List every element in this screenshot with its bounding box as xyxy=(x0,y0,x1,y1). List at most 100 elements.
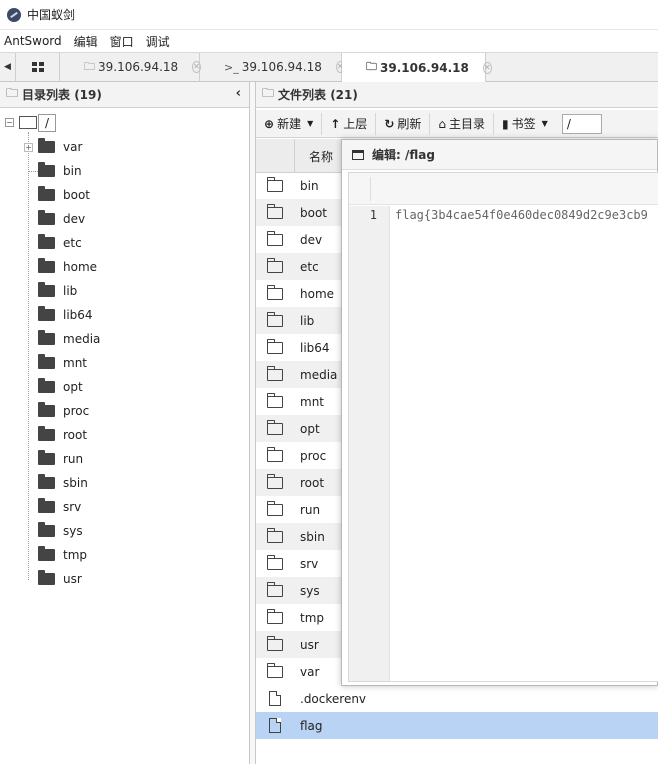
tree-item-label: var xyxy=(63,140,83,154)
file-row[interactable]: .dockerenv xyxy=(256,685,658,712)
folder-icon xyxy=(267,311,283,327)
home-button[interactable]: ⌂ 主目录 xyxy=(430,112,495,135)
folder-icon xyxy=(267,608,283,624)
tree-guide-line xyxy=(28,132,29,580)
folder-icon xyxy=(267,338,283,354)
code-line[interactable]: 1 flag{3b4cae54f0e460dec0849d2c9e3cb9 xyxy=(349,206,658,224)
tree-item-label: srv xyxy=(63,500,82,514)
column-name[interactable]: 名称 xyxy=(294,139,333,173)
file-name: root xyxy=(300,475,325,490)
home-icon: ⌂ xyxy=(438,116,447,131)
tree-item-boot[interactable]: boot xyxy=(38,183,90,207)
folder-icon xyxy=(38,522,55,537)
new-button-label: 新建 xyxy=(277,117,302,131)
folder-icon xyxy=(267,500,283,516)
folder-icon xyxy=(267,662,283,678)
antsword-logo-icon xyxy=(7,7,21,22)
tree-root-expander[interactable]: − xyxy=(5,118,14,127)
file-name: run xyxy=(300,502,321,517)
file-name: srv xyxy=(300,556,319,571)
editor-title-bar[interactable]: 编辑: /flag xyxy=(342,140,657,170)
tree-item-etc[interactable]: etc xyxy=(38,231,82,255)
folder-icon xyxy=(267,176,283,192)
code-text[interactable]: flag{3b4cae54f0e460dec0849d2c9e3cb9 xyxy=(390,208,648,222)
folder-icon xyxy=(267,284,283,300)
tree-connector xyxy=(28,171,38,172)
folder-icon: 🗀 xyxy=(84,59,95,73)
folder-icon xyxy=(38,234,55,249)
tab-files-active[interactable]: 🗀 39.106.94.18 ✕ xyxy=(342,53,492,82)
folder-icon xyxy=(38,162,55,177)
menu-window[interactable]: 窗口 xyxy=(110,33,134,50)
terminal-icon: >_ xyxy=(224,60,239,74)
tree-item-dev[interactable]: dev xyxy=(38,207,85,231)
folder-icon xyxy=(38,474,55,489)
tree-item-tmp[interactable]: tmp xyxy=(38,543,87,567)
folder-icon xyxy=(38,282,55,297)
refresh-icon: ↻ xyxy=(384,116,395,131)
path-input[interactable]: / xyxy=(561,113,602,134)
folder-icon xyxy=(267,581,283,597)
tree-root-node[interactable]: / xyxy=(38,114,56,132)
tree-item-proc[interactable]: proc xyxy=(38,399,89,423)
tab-label: 39.106.94.18 xyxy=(380,60,469,75)
file-name: dev xyxy=(300,232,323,247)
tree-item-opt[interactable]: opt xyxy=(38,375,83,399)
tree-item-label: etc xyxy=(63,236,82,250)
file-panel-title: 文件列表 (21) xyxy=(278,88,358,102)
tab-files-1[interactable]: 🗀 39.106.94.18 ✕ xyxy=(60,53,201,81)
tab-label: 39.106.94.18 xyxy=(98,60,179,74)
tree-item-lib64[interactable]: lib64 xyxy=(38,303,93,327)
tree-item-usr[interactable]: usr xyxy=(38,567,82,591)
code-editor[interactable]: 1 flag{3b4cae54f0e460dec0849d2c9e3cb9 xyxy=(348,172,658,682)
close-icon[interactable]: ✕ xyxy=(482,61,492,74)
tab-bar: ◀ 🗀 39.106.94.18 ✕ >_ 39.106.94.18 ✕ 🗀 3… xyxy=(0,52,658,82)
tree-item-label: boot xyxy=(63,188,91,202)
tab-terminal[interactable]: >_ 39.106.94.18 ✕ xyxy=(200,53,345,81)
tree-item-root[interactable]: root xyxy=(38,423,87,447)
tree-item-lib[interactable]: lib xyxy=(38,279,77,303)
tree-item-bin[interactable]: bin xyxy=(38,159,82,183)
folder-icon: 🗀 xyxy=(262,86,275,100)
tree-item-sbin[interactable]: sbin xyxy=(38,471,88,495)
file-name: .dockerenv xyxy=(300,691,367,706)
line-number: 1 xyxy=(369,208,377,222)
tree-item-var[interactable]: var xyxy=(38,135,82,159)
folder-icon xyxy=(267,446,283,462)
collapse-panel-button[interactable]: ‹ xyxy=(236,86,241,101)
file-name: boot xyxy=(300,205,328,220)
file-name: sbin xyxy=(300,529,325,544)
folder-icon xyxy=(38,450,55,465)
window-title: 中国蚁剑 xyxy=(27,8,76,22)
bookmark-button[interactable]: ▮ 书签 ▼ xyxy=(494,113,556,135)
tree-item-run[interactable]: run xyxy=(38,447,83,471)
menu-debug[interactable]: 调试 xyxy=(146,33,170,50)
tab-label: 39.106.94.18 xyxy=(241,60,322,74)
caret-down-icon: ▼ xyxy=(541,119,548,128)
tree-item-srv[interactable]: srv xyxy=(38,495,81,519)
tab-home-grid[interactable] xyxy=(16,53,60,81)
tree-item-mnt[interactable]: mnt xyxy=(38,351,87,375)
file-name: sys xyxy=(300,583,320,598)
up-button-label: 上层 xyxy=(343,117,368,131)
menu-edit[interactable]: 编辑 xyxy=(74,33,98,50)
folder-icon xyxy=(38,498,55,513)
tree-item-sys[interactable]: sys xyxy=(38,519,83,543)
tree-item-label: sys xyxy=(63,524,83,538)
menu-antsword[interactable]: AntSword xyxy=(4,34,62,48)
file-row-selected[interactable]: flag xyxy=(256,712,658,739)
tree-item-media[interactable]: media xyxy=(38,327,100,351)
refresh-button[interactable]: ↻ 刷新 xyxy=(376,112,431,135)
file-name: lib64 xyxy=(300,340,330,355)
up-button[interactable]: ↑ 上层 xyxy=(322,112,377,135)
file-icon xyxy=(269,718,281,733)
tree-expander-var[interactable]: + xyxy=(24,143,33,152)
tab-scroll-left-button[interactable]: ◀ xyxy=(0,53,16,81)
folder-icon xyxy=(267,527,283,543)
file-panel-header: 🗀 文件列表 (21) xyxy=(256,82,658,108)
tree-item-label: proc xyxy=(63,404,90,418)
new-button[interactable]: ⊕ 新建 ▼ xyxy=(256,112,323,135)
tree-item-label: bin xyxy=(63,164,82,178)
tree-item-home[interactable]: home xyxy=(38,255,97,279)
folder-icon xyxy=(267,365,283,381)
